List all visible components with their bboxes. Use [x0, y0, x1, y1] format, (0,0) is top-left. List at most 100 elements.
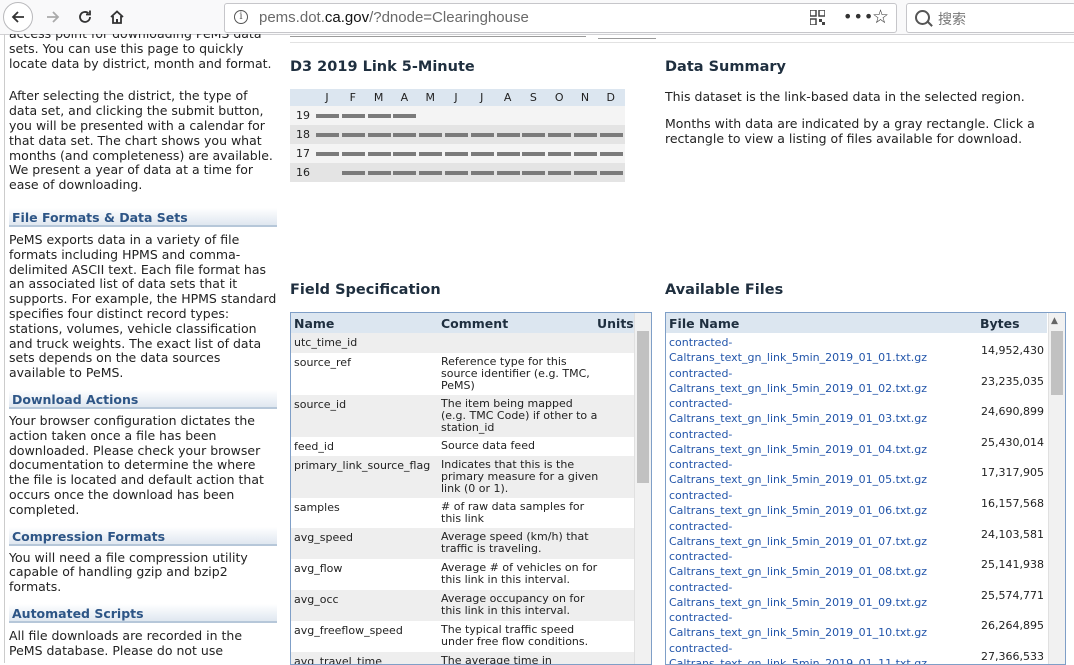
file-row: contracted- Caltrans_text_gn_link_5min_20… — [666, 486, 1047, 517]
section-heading: Download Actions — [9, 389, 277, 409]
month-data-bar[interactable] — [393, 133, 417, 137]
month-data-bar[interactable] — [496, 171, 520, 175]
data-summary-text: Months with data are indicated by a gray… — [665, 116, 1035, 146]
scrollbar-thumb[interactable] — [637, 331, 649, 483]
scrollbar-thumb[interactable] — [1051, 331, 1063, 395]
search-icon — [915, 10, 930, 25]
month-data-bar[interactable] — [419, 152, 443, 156]
arrow-left-icon — [11, 11, 24, 23]
back-button[interactable] — [3, 2, 33, 32]
more-icon[interactable]: ••• — [843, 7, 874, 26]
field-spec-scrollbar[interactable] — [634, 313, 651, 664]
month-data-bar[interactable] — [341, 133, 365, 137]
column-header-comment: Comment — [441, 316, 509, 331]
month-data-bar[interactable] — [419, 133, 443, 137]
file-download-link[interactable]: contracted- Caltrans_text_gn_link_5min_20… — [669, 427, 969, 457]
field-comment: Reference type for this source identifie… — [441, 355, 590, 393]
available-files-scrollbar[interactable]: ▲ — [1048, 313, 1065, 664]
file-download-link[interactable]: contracted- Caltrans_text_gn_link_5min_20… — [669, 641, 969, 664]
month-label: A — [400, 91, 409, 104]
data-summary-title: Data Summary — [665, 59, 786, 75]
month-data-bar[interactable] — [548, 133, 572, 137]
file-download-link[interactable]: contracted- Caltrans_text_gn_link_5min_20… — [669, 366, 969, 396]
month-data-bar[interactable] — [445, 171, 468, 175]
month-data-bar[interactable] — [367, 171, 391, 175]
file-download-link[interactable]: contracted- Caltrans_text_gn_link_5min_20… — [669, 457, 969, 487]
month-data-bar[interactable] — [574, 152, 597, 156]
file-size: 24,690,899 — [981, 405, 1044, 419]
month-data-bar[interactable] — [599, 171, 623, 175]
month-data-bar[interactable] — [445, 152, 468, 156]
qr-code-icon[interactable] — [810, 10, 825, 25]
month-data-bar[interactable] — [393, 171, 417, 175]
month-data-bar[interactable] — [599, 152, 623, 156]
field-comment: The item being mapped (e.g. TMC Code) if… — [441, 397, 598, 435]
file-download-link[interactable]: contracted- Caltrans_text_gn_link_5min_20… — [669, 335, 969, 365]
month-data-bar[interactable] — [367, 133, 391, 137]
file-download-link[interactable]: contracted- Caltrans_text_gn_link_5min_20… — [669, 488, 969, 518]
table-row: avg_travel_time The average time in — [291, 652, 634, 665]
section-heading: File Formats & Data Sets — [9, 207, 277, 227]
month-data-bar[interactable] — [574, 171, 597, 175]
info-icon[interactable]: i — [234, 10, 248, 24]
scroll-up-icon[interactable]: ▲ — [1051, 316, 1058, 326]
month-data-bar[interactable] — [496, 152, 520, 156]
section-text: All file downloads are recorded in the P… — [9, 627, 243, 658]
column-header-file-name: File Name — [669, 316, 740, 331]
month-data-bar[interactable] — [574, 133, 597, 137]
file-size: 16,157,568 — [981, 497, 1044, 510]
section-heading: Compression Formats — [9, 526, 277, 546]
field-comment: The average time in — [441, 654, 552, 665]
month-data-bar[interactable] — [316, 114, 339, 118]
month-data-bar[interactable] — [341, 152, 365, 156]
month-data-bar[interactable] — [341, 114, 365, 118]
file-download-link[interactable]: contracted- Caltrans_text_gn_link_5min_20… — [669, 549, 969, 579]
file-size: 17,317,905 — [981, 466, 1044, 480]
month-data-bar[interactable] — [470, 133, 494, 137]
search-box[interactable]: 搜索 — [906, 3, 1074, 33]
submit-button[interactable] — [598, 38, 656, 39]
month-data-bar[interactable] — [419, 171, 443, 175]
reload-button[interactable] — [70, 3, 100, 31]
month-data-bar[interactable] — [393, 114, 417, 118]
month-data-bar[interactable] — [367, 152, 391, 156]
month-data-bar[interactable] — [316, 133, 339, 137]
month-data-bar[interactable] — [367, 114, 391, 118]
section-text: You will need a file compression utility… — [9, 549, 248, 595]
month-label: D — [606, 91, 616, 104]
month-data-bar[interactable] — [496, 133, 520, 137]
file-download-link[interactable]: contracted- Caltrans_text_gn_link_5min_20… — [669, 580, 969, 610]
month-label: F — [349, 91, 356, 104]
month-data-bar[interactable] — [341, 171, 365, 175]
month-data-bar[interactable] — [522, 171, 546, 175]
forward-button[interactable] — [38, 3, 68, 31]
table-header: Name Comment Units — [291, 313, 634, 333]
month-data-bar[interactable] — [393, 152, 417, 156]
file-download-link[interactable]: contracted- Caltrans_text_gn_link_5min_20… — [669, 610, 969, 640]
field-name: avg_freeflow_speed — [294, 624, 403, 637]
month-data-bar[interactable] — [470, 152, 494, 156]
month-data-bar[interactable] — [445, 133, 468, 137]
field-comment: The typical traffic speed under free flo… — [441, 623, 589, 649]
file-download-link[interactable]: contracted- Caltrans_text_gn_link_5min_20… — [669, 396, 969, 426]
file-download-link[interactable]: contracted- Caltrans_text_gn_link_5min_20… — [669, 519, 969, 549]
month-data-bar[interactable] — [470, 171, 494, 175]
table-header: File Name Bytes — [666, 313, 1047, 333]
month-data-bar[interactable] — [599, 133, 623, 137]
search-input[interactable]: 搜索 — [938, 9, 966, 29]
sidebar-intro: access point for downloading PeMS data s… — [9, 34, 272, 71]
star-icon[interactable]: ☆ — [872, 6, 889, 28]
month-data-bar[interactable] — [548, 171, 572, 175]
month-data-bar[interactable] — [522, 133, 546, 137]
home-button[interactable] — [102, 3, 132, 31]
month-data-bar[interactable] — [548, 152, 572, 156]
reload-icon — [79, 10, 91, 23]
table-row: samples # of raw data samples for this li… — [291, 498, 634, 528]
field-name: avg_flow — [294, 562, 343, 575]
table-row: primary_link_source_flag Indicates that t… — [291, 456, 634, 498]
address-bar[interactable]: i pems.dot.ca.gov/?dnode=Clearinghouse •… — [224, 3, 897, 33]
month-data-bar[interactable] — [522, 152, 546, 156]
file-row: contracted- Caltrans_text_gn_link_5min_20… — [666, 364, 1047, 395]
field-spec-table: Name Comment Units utc_time_id source_ref… — [290, 312, 652, 665]
month-data-bar[interactable] — [316, 152, 339, 156]
